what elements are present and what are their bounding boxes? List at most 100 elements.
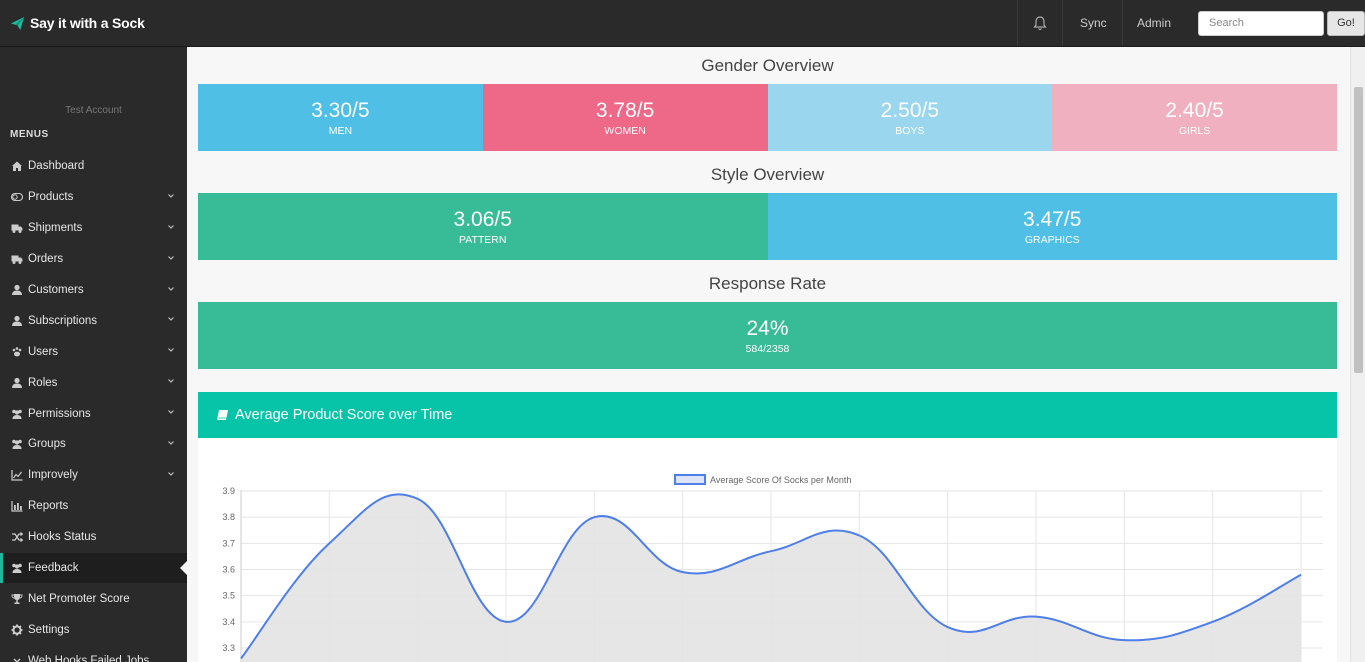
notifications-button[interactable] [1017,0,1062,46]
y-tick-label: 3.8 [222,512,235,522]
style-stats: 3.06/5 PATTERN 3.47/5 GRAPHICS [198,193,1337,260]
bar-chart-icon [10,500,24,512]
stat-label: MEN [328,124,353,137]
sidebar-item-label: Customers [28,284,84,296]
gender-overview-title: Gender Overview [701,56,834,75]
search-form: Go! [1184,10,1365,36]
sidebar-item-label: Users [28,345,59,358]
sidebar-item-label: Subscriptions [28,314,98,327]
stat-value: 3.06/5 [453,207,512,231]
gear-icon [10,624,24,636]
sidebar-item-label: Hooks Status [28,531,97,544]
sync-dropdown[interactable]: Sync [1062,0,1122,46]
sidebar-item-label: Settings [28,623,70,636]
panel-header: Average Product Score over Time [198,392,1337,438]
sidebar-item-users[interactable]: Users [0,336,187,367]
sidebar-item-subscriptions[interactable]: Subscriptions [0,305,187,336]
sidebar-item-improvely[interactable]: Improvely [0,460,187,491]
stat-label: BOYS [895,124,925,137]
truck-icon [10,222,24,234]
line-chart-icon [10,469,24,481]
top-navbar: Say it with a Sock Sync Admin Go! [0,0,1365,47]
brand-name: Say it with a Sock [30,15,145,31]
sidebar-menu: Dashboard Products Shipments Orders Customer… [0,151,187,662]
stat-girls: 2.40/5 GIRLS [1052,84,1337,151]
sidebar-item-permissions[interactable]: Permissions [0,398,187,429]
trophy-icon [10,593,24,605]
sidebar-item-dashboard[interactable]: Dashboard [0,151,187,182]
response-rate-title: Response Rate [708,274,827,293]
toggle-icon [10,191,24,203]
search-input[interactable] [1198,10,1324,36]
sidebar-item-label: Feedback [28,562,79,575]
sidebar-item-label: Improvely [28,469,78,482]
sidebar-item-groups[interactable]: Groups [0,429,187,460]
stat-value: 3.78/5 [595,98,655,122]
chevron-down-icon [168,471,174,476]
gender-stats: 3.30/5 MEN 3.78/5 WOMEN 2.50/5 BOYS 2.40/5 GIRL… [198,84,1337,151]
sidebar-item-label: Orders [28,253,64,266]
stat-value: 3.47/5 [1023,207,1082,231]
sidebar: Test Account MENUS Dashboard Products Ship… [0,47,187,662]
sidebar-item-products[interactable]: Products [0,182,187,213]
paper-plane-icon [10,16,25,30]
stat-men: 3.30/5 MEN [198,84,483,151]
y-tick-label: 3.7 [222,538,235,548]
chevron-down-icon [168,255,174,260]
chevron-down-icon [168,317,174,322]
stat-boys: 2.50/5 BOYS [767,84,1053,151]
legend-label: Average Score Of Socks per Month [710,475,851,485]
chart-area: 3.9 3.8 3.7 3.6 3.5 3.4 3.3 Average Score Of So… [198,438,1337,662]
sidebar-item-web-hooks-failed-jobs[interactable]: Web Hooks Failed Jobs [0,645,187,662]
book-icon [217,410,228,420]
y-tick-label: 3.5 [222,591,235,601]
sidebar-item-settings[interactable]: Settings [0,614,187,645]
y-tick-label: 3.3 [222,643,235,653]
user-icon [10,315,24,327]
sidebar-item-label: Roles [28,376,58,389]
response-rate-stat: 24% 584/2358 [198,302,1337,369]
sidebar-item-feedback[interactable]: Feedback [0,552,187,584]
main-content: Gender Overview 3.30/5 MEN 3.78/5 WOMEN 2.50… [187,47,1350,662]
sidebar-item-reports[interactable]: Reports [0,491,187,522]
scrollbar-thumb[interactable] [1354,87,1363,373]
panel-title: Average Product Score over Time [235,407,453,423]
stat-label: PATTERN [459,233,507,246]
paw-icon [10,346,24,358]
go-button[interactable]: Go! [1327,10,1365,36]
sidebar-item-label: Reports [28,500,69,513]
bell-icon [1033,15,1047,30]
sidebar-item-label: Net Promoter Score [28,592,130,605]
account-name: Test Account [65,105,122,116]
chevron-down-icon [168,441,174,445]
sidebar-item-shipments[interactable]: Shipments [0,213,187,244]
sidebar-item-orders[interactable]: Orders [0,244,187,275]
stat-value: 2.50/5 [880,98,940,122]
menus-heading: MENUS [10,129,49,140]
response-rate-count: 584/2358 [745,342,790,355]
group-icon [10,562,24,574]
chevron-down-icon [168,193,174,198]
score-line-chart: 3.9 3.8 3.7 3.6 3.5 3.4 3.3 Average Score Of So… [222,474,1323,662]
sidebar-item-label: Shipments [28,222,83,235]
score-chart-panel: Average Product Score over Time 3.9 3.8 3.… [198,392,1337,662]
group-icon [10,438,24,450]
sidebar-item-hooks-status[interactable]: Hooks Status [0,522,187,553]
brand-logo[interactable]: Say it with a Sock [10,15,145,31]
user-icon [10,377,24,389]
chevron-down-icon [168,224,174,229]
sidebar-item-roles[interactable]: Roles [0,367,187,398]
sidebar-item-net-promoter-score[interactable]: Net Promoter Score [0,583,187,614]
sidebar-item-label: Permissions [28,407,91,420]
page-scrollbar[interactable] [1350,47,1365,662]
admin-dropdown[interactable]: Admin [1122,0,1184,46]
legend-swatch [674,474,706,485]
stat-value: 2.40/5 [1165,98,1224,122]
random-icon [10,531,24,543]
stat-value: 3.30/5 [311,98,370,122]
chevron-down-icon [168,348,174,353]
stat-label: WOMEN [604,124,646,137]
y-tick-label: 3.6 [222,565,235,575]
chevron-down-icon [168,379,174,384]
sidebar-item-customers[interactable]: Customers [0,275,187,306]
